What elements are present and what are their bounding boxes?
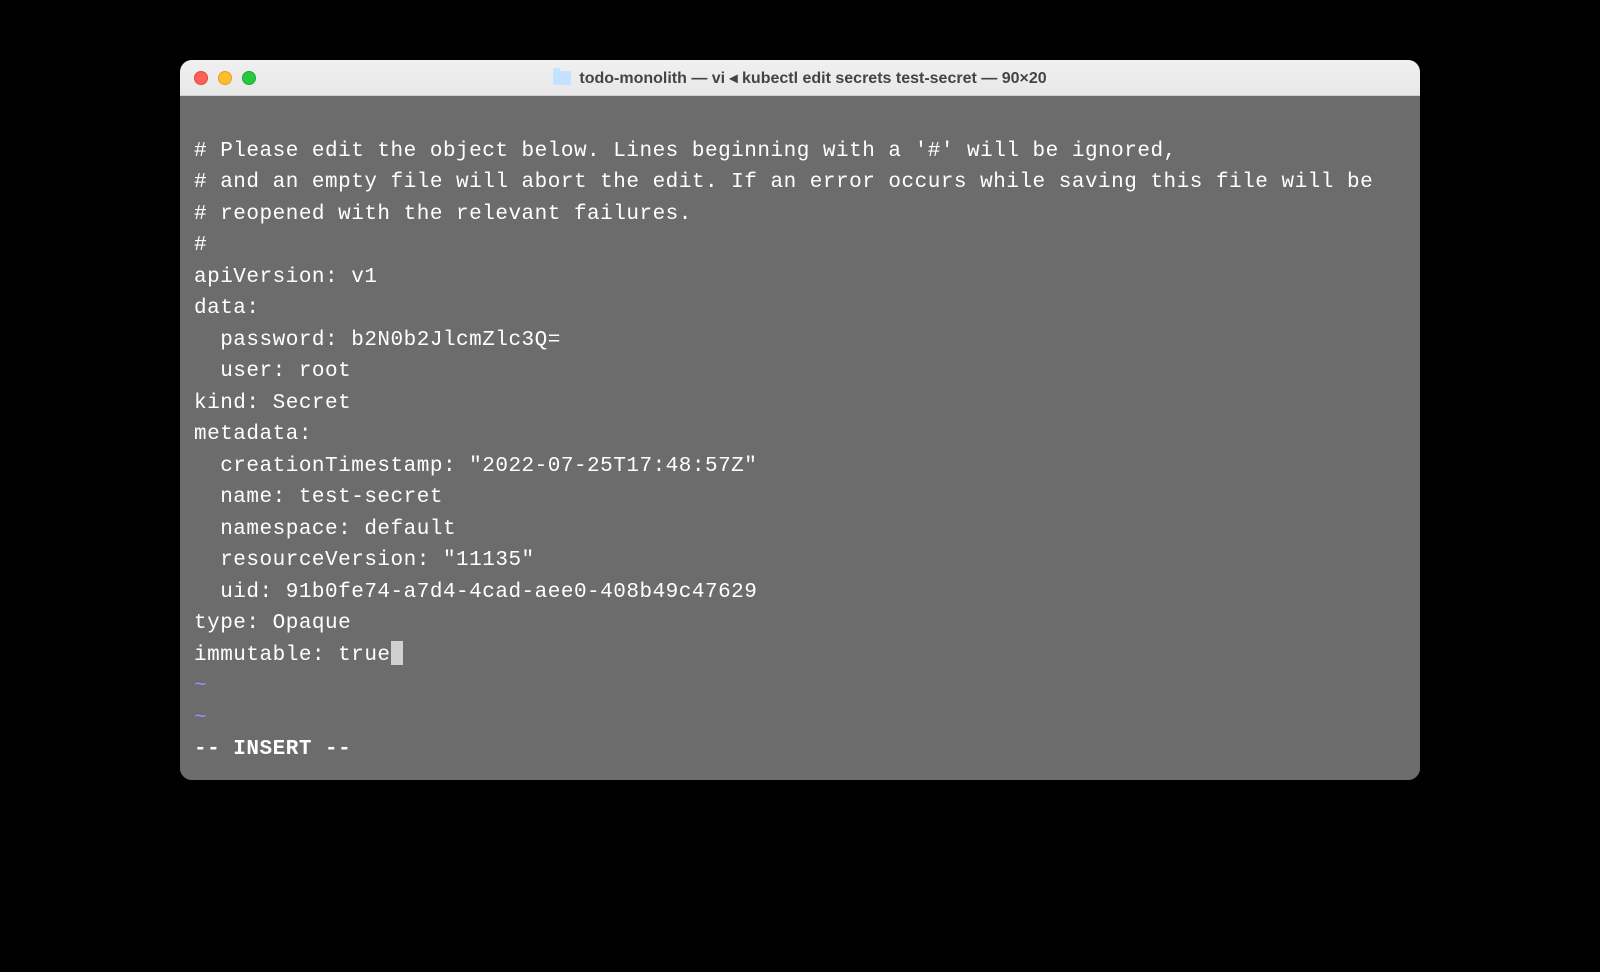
editor-line-namespace: namespace: default <box>194 518 456 541</box>
terminal-window: todo-monolith — vi ◂ kubectl edit secret… <box>180 60 1420 780</box>
editor-line-user: user: root <box>194 360 351 383</box>
editor-line-data: data: <box>194 297 260 320</box>
editor-line-creationtimestamp: creationTimestamp: "2022-07-25T17:48:57Z… <box>194 455 757 478</box>
editor-line-password: password: b2N0b2JlcmZlc3Q= <box>194 329 561 352</box>
window-title: todo-monolith — vi ◂ kubectl edit secret… <box>180 68 1420 88</box>
editor-line-kind: kind: Secret <box>194 392 351 415</box>
editor-line-comment4: # <box>194 234 207 257</box>
editor-line-comment3: # reopened with the relevant failures. <box>194 203 692 226</box>
close-button[interactable] <box>194 71 208 85</box>
editor-line-uid: uid: 91b0fe74-a7d4-4cad-aee0-408b49c4762… <box>194 581 757 604</box>
editor-line-immutable: immutable: true <box>194 644 391 667</box>
titlebar[interactable]: todo-monolith — vi ◂ kubectl edit secret… <box>180 60 1420 96</box>
vi-tilde: ~ <box>194 675 207 698</box>
vi-tilde: ~ <box>194 707 207 730</box>
editor-line-comment1: # Please edit the object below. Lines be… <box>194 140 1177 163</box>
traffic-lights <box>194 71 256 85</box>
editor-line-apiversion: apiVersion: v1 <box>194 266 377 289</box>
maximize-button[interactable] <box>242 71 256 85</box>
editor-line-comment2: # and an empty file will abort the edit.… <box>194 171 1373 194</box>
vi-status-line: -- INSERT -- <box>194 738 351 761</box>
editor-line-name: name: test-secret <box>194 486 443 509</box>
folder-icon <box>553 71 571 85</box>
window-title-text: todo-monolith — vi ◂ kubectl edit secret… <box>579 68 1046 88</box>
cursor <box>391 641 403 665</box>
editor-line-type: type: Opaque <box>194 612 351 635</box>
terminal-body[interactable]: # Please edit the object below. Lines be… <box>180 96 1420 780</box>
editor-line-metadata: metadata: <box>194 423 312 446</box>
minimize-button[interactable] <box>218 71 232 85</box>
editor-line-resourceversion: resourceVersion: "11135" <box>194 549 535 572</box>
